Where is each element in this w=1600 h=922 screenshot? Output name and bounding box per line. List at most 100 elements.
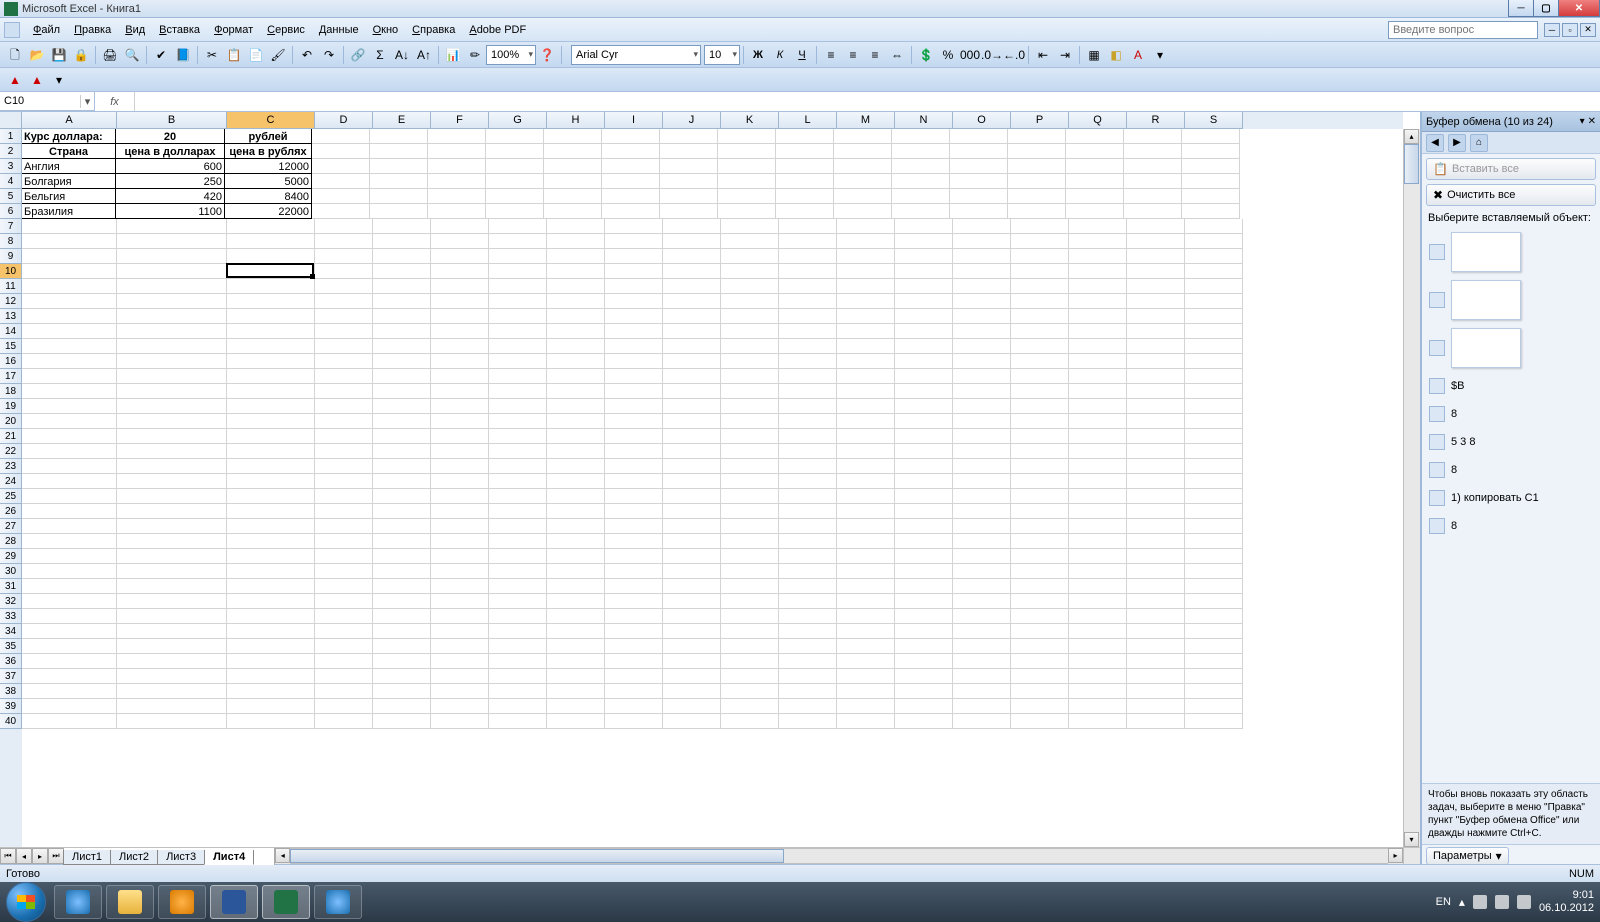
cell-E2[interactable]	[370, 144, 428, 159]
cell-F21[interactable]	[431, 429, 489, 444]
cell-Q40[interactable]	[1069, 714, 1127, 729]
column-header-M[interactable]: M	[837, 112, 895, 129]
cell-L30[interactable]	[779, 564, 837, 579]
cell-M38[interactable]	[837, 684, 895, 699]
cell-E7[interactable]	[373, 219, 431, 234]
cell-P4[interactable]	[1008, 174, 1066, 189]
cell-I33[interactable]	[605, 609, 663, 624]
cell-O5[interactable]	[950, 189, 1008, 204]
cell-H32[interactable]	[547, 594, 605, 609]
cell-S33[interactable]	[1185, 609, 1243, 624]
row-header-15[interactable]: 15	[0, 339, 22, 354]
cell-R24[interactable]	[1127, 474, 1185, 489]
cell-K40[interactable]	[721, 714, 779, 729]
cell-I20[interactable]	[605, 414, 663, 429]
cell-N33[interactable]	[895, 609, 953, 624]
cell-F3[interactable]	[428, 159, 486, 174]
cell-B32[interactable]	[117, 594, 227, 609]
cell-C39[interactable]	[227, 699, 315, 714]
cell-H14[interactable]	[547, 324, 605, 339]
cell-A6[interactable]: Бразилия	[22, 203, 116, 219]
cell-B11[interactable]	[117, 279, 227, 294]
column-header-S[interactable]: S	[1185, 112, 1243, 129]
cell-L35[interactable]	[779, 639, 837, 654]
zoom-combo[interactable]: 100%	[486, 45, 536, 65]
taskbar-mediaplayer-button[interactable]	[158, 885, 206, 919]
research-button[interactable]: 📘	[173, 45, 193, 65]
clipboard-item-0[interactable]	[1426, 228, 1596, 276]
cell-H34[interactable]	[547, 624, 605, 639]
row-header-10[interactable]: 10	[0, 264, 22, 279]
taskpane-close-button[interactable]: ✕	[1588, 116, 1596, 127]
cell-O9[interactable]	[953, 249, 1011, 264]
clear-all-button[interactable]: ✖ Очистить все	[1426, 184, 1596, 206]
cell-N9[interactable]	[895, 249, 953, 264]
comma-style-button[interactable]: 000	[960, 45, 980, 65]
cell-C3[interactable]: 12000	[224, 158, 312, 174]
cell-H3[interactable]	[544, 159, 602, 174]
cell-K1[interactable]	[718, 129, 776, 144]
cell-K30[interactable]	[721, 564, 779, 579]
cell-D36[interactable]	[315, 654, 373, 669]
cell-N10[interactable]	[895, 264, 953, 279]
cell-N15[interactable]	[895, 339, 953, 354]
cell-M6[interactable]	[834, 204, 892, 219]
paste-all-button[interactable]: 📋 Вставить все	[1426, 158, 1596, 180]
scroll-up-button[interactable]: ▴	[1404, 129, 1419, 144]
cell-P14[interactable]	[1011, 324, 1069, 339]
row-header-38[interactable]: 38	[0, 684, 22, 699]
cell-Q21[interactable]	[1069, 429, 1127, 444]
start-button[interactable]	[6, 882, 46, 922]
cell-J30[interactable]	[663, 564, 721, 579]
cell-N19[interactable]	[895, 399, 953, 414]
cell-B33[interactable]	[117, 609, 227, 624]
cell-H30[interactable]	[547, 564, 605, 579]
cell-N30[interactable]	[895, 564, 953, 579]
cell-O1[interactable]	[950, 129, 1008, 144]
cell-A29[interactable]	[22, 549, 117, 564]
cell-E14[interactable]	[373, 324, 431, 339]
cell-G10[interactable]	[489, 264, 547, 279]
column-header-H[interactable]: H	[547, 112, 605, 129]
cell-D19[interactable]	[315, 399, 373, 414]
cell-Q18[interactable]	[1069, 384, 1127, 399]
cell-S11[interactable]	[1185, 279, 1243, 294]
cell-Q14[interactable]	[1069, 324, 1127, 339]
cell-G34[interactable]	[489, 624, 547, 639]
cell-K35[interactable]	[721, 639, 779, 654]
cell-I21[interactable]	[605, 429, 663, 444]
cell-P32[interactable]	[1011, 594, 1069, 609]
cell-K27[interactable]	[721, 519, 779, 534]
cell-B14[interactable]	[117, 324, 227, 339]
cell-I16[interactable]	[605, 354, 663, 369]
cell-N24[interactable]	[895, 474, 953, 489]
cell-F35[interactable]	[431, 639, 489, 654]
cell-B39[interactable]	[117, 699, 227, 714]
cell-B6[interactable]: 1100	[115, 203, 225, 219]
undo-button[interactable]: ↶	[297, 45, 317, 65]
cell-E38[interactable]	[373, 684, 431, 699]
menu-adobe pdf[interactable]: Adobe PDF	[462, 22, 533, 38]
cell-N1[interactable]	[892, 129, 950, 144]
cell-L3[interactable]	[776, 159, 834, 174]
menu-файл[interactable]: Файл	[26, 22, 67, 38]
cell-C7[interactable]	[227, 219, 315, 234]
cell-C17[interactable]	[227, 369, 315, 384]
cell-S38[interactable]	[1185, 684, 1243, 699]
cell-B22[interactable]	[117, 444, 227, 459]
cell-R30[interactable]	[1127, 564, 1185, 579]
cell-P23[interactable]	[1011, 459, 1069, 474]
cell-A8[interactable]	[22, 234, 117, 249]
cell-E17[interactable]	[373, 369, 431, 384]
cell-B35[interactable]	[117, 639, 227, 654]
cell-L15[interactable]	[779, 339, 837, 354]
cell-D3[interactable]	[312, 159, 370, 174]
cell-L32[interactable]	[779, 594, 837, 609]
cell-N31[interactable]	[895, 579, 953, 594]
clipboard-item-6[interactable]: 8	[1426, 456, 1596, 484]
cell-K11[interactable]	[721, 279, 779, 294]
align-right-button[interactable]: ≡	[865, 45, 885, 65]
cell-L18[interactable]	[779, 384, 837, 399]
row-header-12[interactable]: 12	[0, 294, 22, 309]
cell-P39[interactable]	[1011, 699, 1069, 714]
